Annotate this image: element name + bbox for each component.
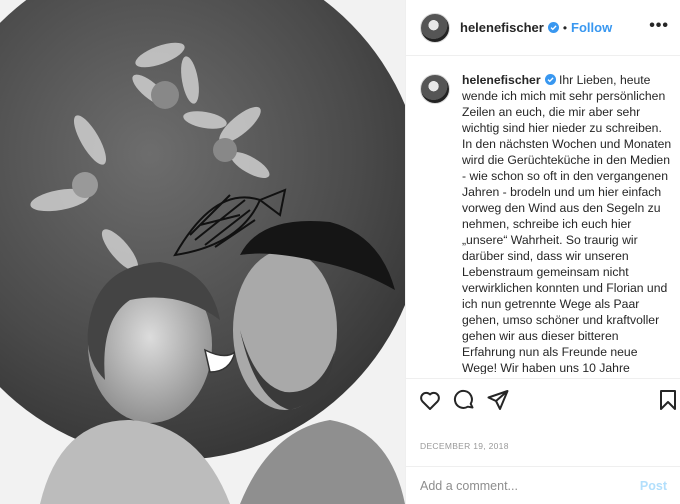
caption-text: Ihr Lieben, heute wende ich mich mit seh… (462, 73, 672, 374)
post-sidebar: helenefischer • Follow ••• helenefischer… (405, 0, 680, 504)
post-header: helenefischer • Follow ••• (406, 0, 680, 56)
verified-badge-icon (544, 74, 556, 85)
author-username[interactable]: helenefischer (460, 20, 544, 35)
comment-icon[interactable] (452, 388, 476, 412)
separator-dot: • (562, 20, 568, 35)
post-comment-button[interactable]: Post (640, 479, 667, 493)
heart-icon[interactable] (418, 388, 442, 412)
author-avatar[interactable] (420, 12, 450, 43)
caption-username[interactable]: helenefischer (462, 73, 541, 87)
photo-artwork (0, 0, 405, 504)
comment-input[interactable] (420, 478, 630, 493)
paper-plane-icon[interactable] (486, 388, 510, 412)
post-date: DECEMBER 19, 2018 (420, 441, 509, 451)
more-options-icon[interactable]: ••• (649, 18, 669, 34)
caption-avatar[interactable] (420, 74, 450, 104)
bookmark-icon[interactable] (656, 388, 680, 412)
comment-bar: Post (406, 466, 680, 504)
caption-body: helenefischer Ihr Lieben, heute wende ic… (462, 72, 674, 374)
post-caption: helenefischer Ihr Lieben, heute wende ic… (420, 72, 674, 374)
post-photo[interactable] (0, 0, 405, 504)
follow-button[interactable]: Follow (571, 20, 612, 35)
action-bar (406, 378, 680, 422)
verified-badge-icon (547, 22, 559, 33)
